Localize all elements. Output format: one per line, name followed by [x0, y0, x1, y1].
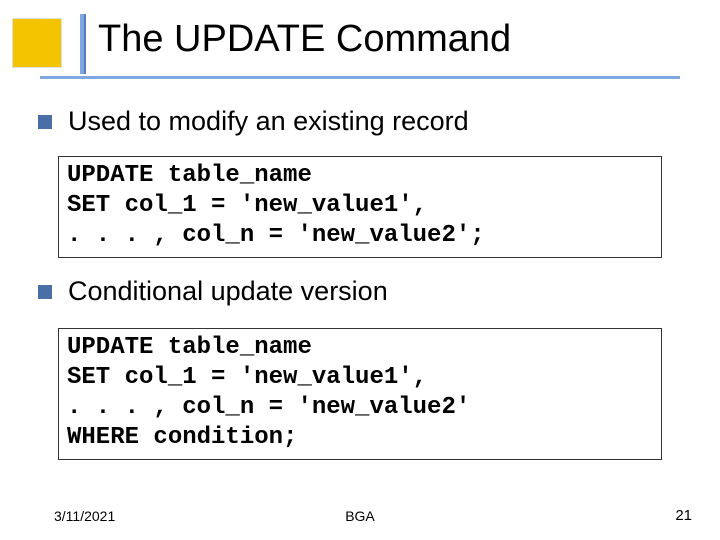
code-line: . . . , col_n = 'new_value2'; — [67, 221, 653, 251]
code-line: UPDATE table_name — [67, 161, 653, 191]
title-accent-bar — [80, 14, 86, 74]
bullet-square-icon — [38, 285, 52, 299]
code-line: UPDATE table_name — [67, 333, 653, 363]
code-line: SET col_1 = 'new_value1', — [67, 363, 653, 393]
footer-center: BGA — [0, 508, 720, 524]
title-underline — [40, 76, 680, 79]
code-line: WHERE condition; — [67, 423, 653, 453]
code-line: . . . , col_n = 'new_value2' — [67, 393, 653, 423]
slide-title: The UPDATE Command — [98, 18, 511, 61]
code-line: SET col_1 = 'new_value1', — [67, 191, 653, 221]
bullet-item-2: Conditional update version — [38, 276, 388, 307]
code-box-2: UPDATE table_name SET col_1 = 'new_value… — [58, 328, 662, 460]
title-accent-square — [12, 18, 62, 68]
bullet-text: Used to modify an existing record — [68, 106, 469, 137]
footer-page-number: 21 — [675, 507, 692, 524]
bullet-text: Conditional update version — [68, 276, 388, 307]
bullet-item-1: Used to modify an existing record — [38, 106, 469, 137]
bullet-square-icon — [38, 115, 52, 129]
code-box-1: UPDATE table_name SET col_1 = 'new_value… — [58, 156, 662, 258]
